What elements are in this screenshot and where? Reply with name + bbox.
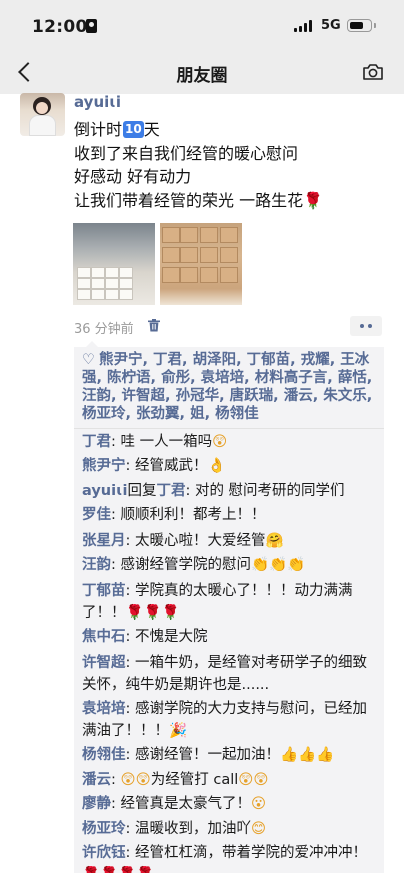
comment-author[interactable]: 袁培培 <box>82 701 126 717</box>
comment-item[interactable]: 罗佳: 顺顺利利！都考上！！ <box>82 504 378 526</box>
comment-author[interactable]: ayuiɩi <box>82 483 127 499</box>
party-emoji-icon: 🎉 <box>169 723 188 739</box>
comment-item[interactable]: 熊尹宁: 经管威武！👌 <box>82 455 378 477</box>
comment-item[interactable]: ayuiɩi回复丁君: 对的 慰问考研的同学们 <box>82 480 378 502</box>
comment-author[interactable]: 焦中石 <box>82 629 126 645</box>
page-title: 朋友圈 <box>176 66 228 86</box>
camera-icon[interactable] <box>362 63 384 81</box>
likes-names[interactable]: 熊尹宁, 丁君, 胡泽阳, 丁郁苗, 戎耀, 王冰强, 陈柠语, 俞彤, 袁培培… <box>82 352 372 422</box>
network-type: 5G <box>321 18 341 33</box>
comment-author[interactable]: 潘云 <box>82 772 111 788</box>
comment-item[interactable]: 丁郁苗: 学院真的太暖心了！！！动力满满了！！🌹🌹🌹 <box>82 580 378 624</box>
comment-item[interactable]: 许智超: 一箱牛奶，是经管对考研学子的细致关怀，纯牛奶是期许也是...... <box>82 652 378 696</box>
rose-emoji-icon: 🌹🌹🌹🌹 <box>82 864 154 873</box>
comment-item[interactable]: 汪韵: 感谢经管学院的慰问👏👏👏 <box>82 554 378 576</box>
comment-item[interactable]: 丁君: 哇 一人一箱吗😲 <box>82 431 378 453</box>
signal-icon <box>294 20 314 32</box>
battery-icon <box>347 19 372 32</box>
battery-tip <box>374 23 376 28</box>
post-line-4: 让我们带着经管的荣光 一路生花 <box>74 190 304 210</box>
comment-author[interactable]: 许智超 <box>82 655 126 671</box>
clap-emoji-icon: 👏👏👏 <box>251 557 306 573</box>
shocked-emoji-icon: 😲😲 <box>120 772 151 788</box>
comment-item[interactable]: 杨翎佳: 感谢经管！一起加油！👍👍👍 <box>82 744 378 766</box>
comment-item[interactable]: 焦中石: 不愧是大院 <box>82 626 378 648</box>
shocked-emoji-icon: 😲 <box>212 434 228 450</box>
post-username[interactable]: ayuiɩi <box>74 93 121 111</box>
comment-item[interactable]: 袁培培: 感谢学院的大力支持与慰问，已经加满油了！！！🎉 <box>82 698 378 742</box>
rose-emoji-icon: 🌹🌹🌹 <box>125 605 180 621</box>
shocked-emoji-icon: 😲😲 <box>238 772 269 788</box>
surprised-emoji-icon: 😮 <box>251 796 267 812</box>
nav-bar: 朋友圈 <box>0 50 404 94</box>
more-actions-button[interactable] <box>350 316 382 336</box>
comment-author[interactable]: 熊尹宁 <box>82 458 126 474</box>
interactions-panel: ♡ 熊尹宁, 丁君, 胡泽阳, 丁郁苗, 戎耀, 王冰强, 陈柠语, 俞彤, 袁培… <box>74 341 384 873</box>
comment-author[interactable]: 杨亚玲 <box>82 821 126 837</box>
comment-author[interactable]: 杨翎佳 <box>82 747 126 763</box>
post-text: 倒计时 10 天 收到了来自我们经管的暖心慰问 好感动 好有动力 让我们带着经管的荣… <box>74 118 384 212</box>
post-line-1b: 天 <box>143 120 160 139</box>
post-photo-2[interactable] <box>160 223 242 305</box>
post-time: 36 分钟前 <box>74 322 134 337</box>
hug-emoji-icon: 🤗 <box>265 533 284 549</box>
number-badge: 10 <box>123 121 144 138</box>
heart-icon: ♡ <box>82 352 95 368</box>
rose-icon: 🌹 <box>303 190 324 210</box>
divider <box>74 428 384 429</box>
comment-item[interactable]: 杨亚玲: 温暖收到，加油吖😊 <box>82 818 378 840</box>
comment-author[interactable]: 罗佳 <box>82 507 111 523</box>
comment-author[interactable]: 汪韵 <box>82 557 111 573</box>
comment-author[interactable]: 丁郁苗 <box>82 583 126 599</box>
comment-item[interactable]: 许欣钰: 经管杠杠滴，带着学院的爱冲冲冲！🌹🌹🌹🌹 <box>82 842 378 873</box>
status-bar: 12:00 5G <box>0 0 404 50</box>
post-photo-1[interactable] <box>73 223 155 305</box>
reply-target[interactable]: 丁君 <box>156 483 185 499</box>
ok-hand-icon: 👌 <box>207 458 226 474</box>
post-line-3: 好感动 好有动力 <box>74 167 192 186</box>
comment-author[interactable]: 张星月 <box>82 533 126 549</box>
avatar[interactable] <box>20 93 65 136</box>
comment-item[interactable]: 潘云: 😲😲为经管打 call😲😲 <box>82 769 378 791</box>
likes-list: ♡ 熊尹宁, 丁君, 胡泽阳, 丁郁苗, 戎耀, 王冰强, 陈柠语, 俞彤, 袁培… <box>82 351 378 423</box>
comment-item[interactable]: 张星月: 太暖心啦！大爱经管🤗 <box>82 530 378 552</box>
post-line-1: 倒计时 <box>74 120 123 139</box>
smile-emoji-icon: 😊 <box>251 821 267 837</box>
comment-author[interactable]: 许欣钰 <box>82 845 126 861</box>
trash-icon[interactable] <box>148 319 160 332</box>
comment-item[interactable]: 廖静: 经管真是太豪气了！😮 <box>82 793 378 815</box>
status-time: 12:00 <box>32 17 88 37</box>
comment-author[interactable]: 廖静 <box>82 796 111 812</box>
id-card-icon <box>86 19 97 33</box>
thumbs-up-emoji-icon: 👍👍👍 <box>280 747 335 763</box>
comment-author[interactable]: 丁君 <box>82 434 111 450</box>
post-line-2: 收到了来自我们经管的暖心慰问 <box>74 143 299 163</box>
